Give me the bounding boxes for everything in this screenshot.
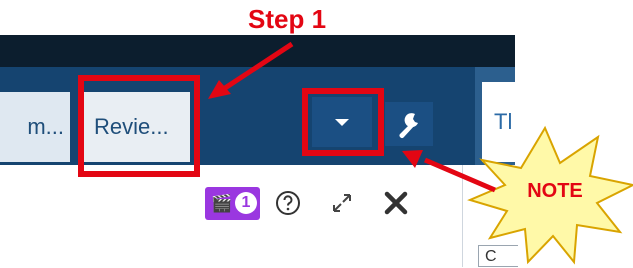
wrench-icon [399,113,418,138]
panel-divider [462,165,463,267]
question-circle-icon[interactable] [275,190,301,216]
tab-truncated-right[interactable]: Tl [482,82,515,162]
side-input-field[interactable]: C [478,245,518,267]
expand-arrows-icon[interactable] [330,191,354,215]
clapperboard-icon: 🎬 [211,194,233,213]
tab-truncated-left[interactable]: m... [0,92,70,162]
close-x-icon[interactable] [382,189,410,217]
media-badge-button[interactable]: 🎬 1 [205,187,260,220]
step-1-label: Step 1 [248,4,327,34]
top-dark-band [0,35,515,67]
highlight-box-review-tab [78,75,200,177]
note-label: NOTE [527,180,583,202]
highlight-box-dropdown [302,88,384,156]
side-input-value: C [485,248,497,265]
media-badge-count: 1 [235,192,257,214]
settings-button[interactable] [385,102,433,146]
